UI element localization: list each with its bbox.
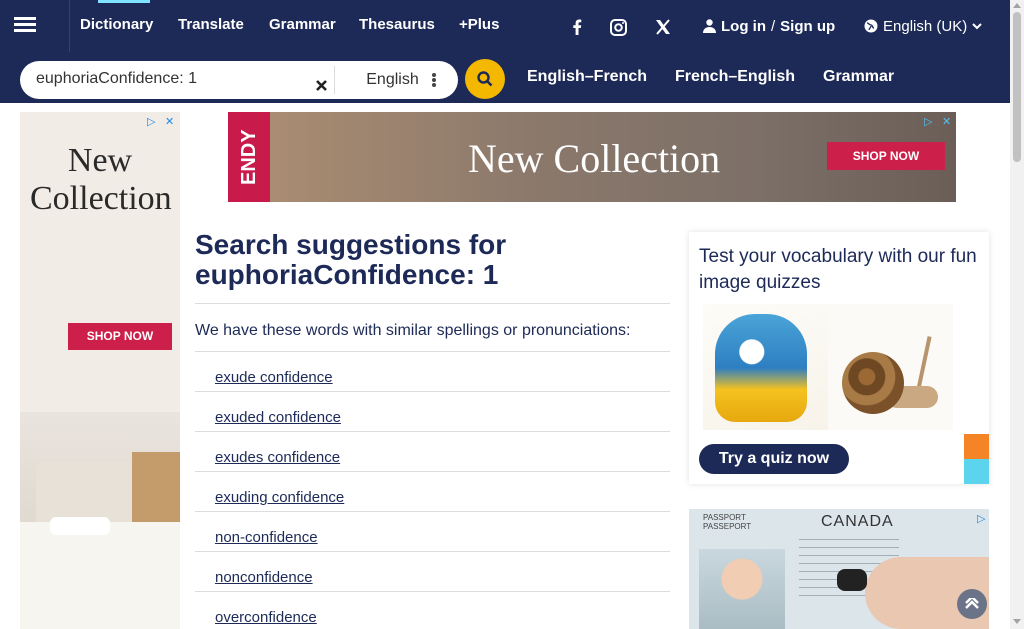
suggestion-link[interactable]: exudes confidence [215, 449, 340, 466]
top-navigation: Dictionary Translate Grammar Thesaurus +… [0, 0, 1010, 52]
suggestions-list: exude confidence exuded confidence exude… [195, 351, 670, 629]
ad-brand-logo: ENDY [228, 112, 270, 202]
suggestion-link[interactable]: exuding confidence [215, 489, 344, 506]
clear-search-button[interactable] [309, 73, 333, 97]
scroll-up-arrow[interactable] [1013, 3, 1021, 8]
dictionary-selector-label: English [366, 71, 419, 88]
signup-link[interactable]: Sign up [780, 18, 835, 35]
globe-icon [864, 19, 878, 33]
ad-choices-icon[interactable]: ▷ [924, 115, 932, 128]
instagram-link[interactable] [600, 18, 636, 36]
left-ad-shop-button[interactable]: SHOP NOW [68, 323, 172, 350]
instagram-icon [609, 18, 627, 36]
list-item: exude confidence [195, 351, 670, 391]
suggestion-link[interactable]: nonconfidence [215, 569, 313, 586]
menu-icon [14, 29, 36, 32]
nav-thesaurus[interactable]: Thesaurus [359, 0, 435, 52]
search-icon [477, 71, 493, 87]
list-item: exudes confidence [195, 431, 670, 471]
top-banner-advertisement[interactable]: ENDY New Collection SHOP NOW ▷ ✕ [228, 112, 956, 202]
scroll-down-arrow[interactable] [1013, 619, 1021, 624]
list-item: exuding confidence [195, 471, 670, 511]
parrot-image [703, 304, 828, 430]
facebook-icon [573, 19, 582, 35]
passport-header-fr: PASSEPORT [703, 522, 752, 531]
close-icon [315, 79, 327, 91]
menu-button[interactable] [0, 0, 70, 52]
list-item: overconfidence [195, 591, 670, 629]
passport-country: CANADA [821, 513, 894, 530]
passport-header: PASSPORT PASSEPORT [703, 513, 751, 531]
divider [195, 303, 670, 304]
quiz-title: Test your vocabulary with our fun image … [699, 246, 977, 293]
link-french-english[interactable]: French–English [675, 62, 795, 98]
ad-close-icon[interactable]: ✕ [165, 115, 174, 128]
left-advertisement[interactable]: ▷ ✕ New Collection SHOP NOW [20, 112, 180, 629]
left-ad-title: New Collection [30, 142, 172, 217]
language-selector[interactable]: English (UK) [864, 0, 982, 52]
more-options-icon [432, 73, 436, 87]
quiz-image-link[interactable] [703, 304, 953, 430]
dictionary-selector[interactable]: English [334, 66, 450, 94]
nav-plus[interactable]: +Plus [459, 0, 499, 52]
vertical-scrollbar[interactable] [1010, 0, 1024, 629]
suggestions-intro: We have these words with similar spellin… [195, 322, 631, 339]
passport-header-en: PASSPORT [703, 513, 746, 522]
link-grammar[interactable]: Grammar [823, 62, 894, 98]
suggestion-link[interactable]: non-confidence [215, 529, 318, 546]
scroll-to-top-button[interactable] [957, 589, 987, 619]
ad-choices-icon[interactable]: ▷ [977, 512, 985, 525]
search-input[interactable] [36, 61, 316, 97]
search-bar: English English–French French–English Gr… [0, 52, 1010, 103]
language-label: English (UK) [883, 17, 968, 35]
chevron-up-icon [965, 598, 979, 609]
link-english-french[interactable]: English–French [527, 62, 647, 98]
menu-icon [14, 17, 36, 20]
scrollbar-thumb[interactable] [1013, 12, 1021, 162]
suggestion-link[interactable]: exude confidence [215, 369, 333, 386]
nav-dictionary[interactable]: Dictionary [80, 0, 153, 52]
side-tab-blue[interactable] [964, 459, 989, 484]
search-box: English [20, 61, 458, 99]
top-ad-title: New Collection [468, 136, 721, 181]
passport-photo [699, 549, 785, 629]
try-quiz-button[interactable]: Try a quiz now [699, 444, 849, 474]
page-title-prefix: Search suggestions for [195, 229, 507, 260]
quiz-card: Test your vocabulary with our fun image … [689, 232, 989, 484]
ad-choices-icon[interactable]: ▷ [147, 115, 155, 128]
passport-advertisement[interactable]: PASSPORT PASSEPORT CANADA ▷ [689, 509, 989, 629]
nav-translate[interactable]: Translate [178, 0, 244, 52]
search-suggestions-section: Search suggestions for euphoriaConfidenc… [195, 228, 670, 629]
side-tab-orange[interactable] [964, 434, 989, 459]
facebook-link[interactable] [559, 18, 595, 36]
nav-grammar[interactable]: Grammar [269, 0, 336, 52]
list-item: nonconfidence [195, 551, 670, 591]
snail-image [828, 304, 953, 430]
list-item: non-confidence [195, 511, 670, 551]
auth-links: Log in / Sign up [703, 0, 835, 52]
login-link[interactable]: Log in [721, 18, 766, 35]
user-icon [703, 19, 716, 33]
device-image [837, 569, 867, 591]
x-link[interactable] [645, 18, 681, 36]
suggestion-link[interactable]: exuded confidence [215, 409, 341, 426]
top-ad-shop-button[interactable]: SHOP NOW [827, 142, 945, 170]
auth-separator: / [771, 17, 776, 35]
list-item: exuded confidence [195, 391, 670, 431]
page-title-term: euphoriaConfidence: 1 [195, 259, 499, 290]
ad-close-icon[interactable]: ✕ [942, 115, 951, 128]
bedroom-image [20, 412, 180, 629]
suggestion-link[interactable]: overconfidence [215, 609, 317, 626]
chevron-down-icon [972, 22, 982, 29]
menu-icon [14, 23, 36, 26]
page-title: Search suggestions for euphoriaConfidenc… [195, 230, 670, 290]
x-icon [656, 19, 670, 35]
search-button[interactable] [465, 59, 505, 99]
